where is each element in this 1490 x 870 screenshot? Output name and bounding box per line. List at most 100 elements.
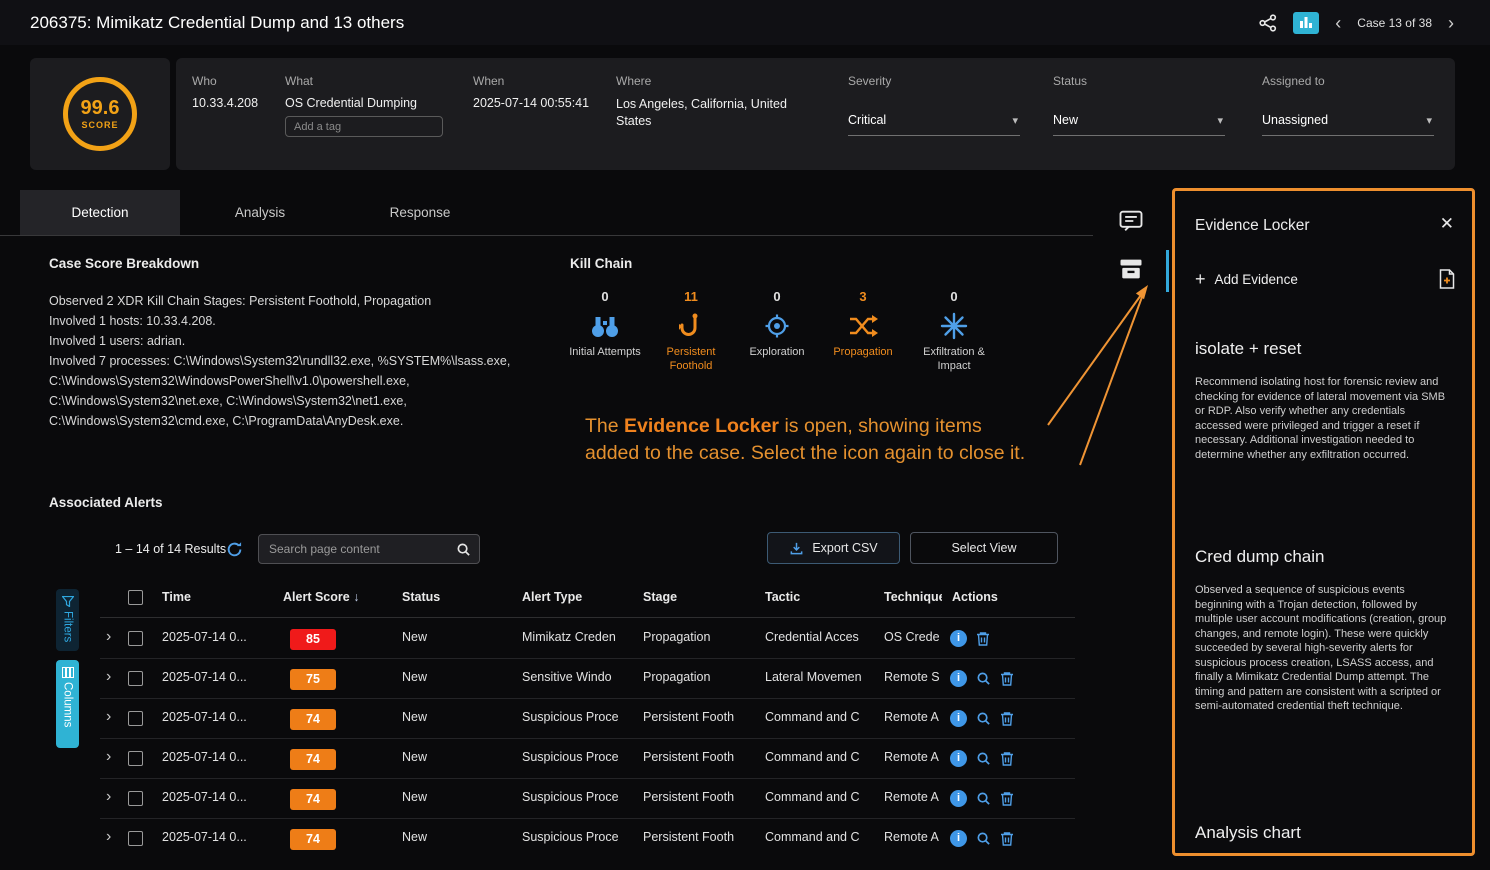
expand-chevron-icon[interactable]: › — [106, 708, 111, 726]
table-row[interactable]: › 2025-07-14 0... 74 New Suspicious Proc… — [100, 699, 1075, 739]
evidence-item-title[interactable]: Cred dump chain — [1195, 547, 1324, 567]
shuffle-arrows-icon — [820, 310, 906, 342]
info-icon[interactable]: i — [950, 710, 967, 727]
table-row[interactable]: › 2025-07-14 0... 74 New Suspicious Proc… — [100, 819, 1075, 859]
evidence-locker-icon[interactable] — [1117, 255, 1145, 283]
cell-tactic: Command and C — [765, 790, 877, 804]
chart-view-button[interactable] — [1293, 12, 1319, 34]
expand-chevron-icon[interactable]: › — [106, 788, 111, 806]
search-input[interactable] — [269, 535, 449, 563]
cell-tactic: Credential Acces — [765, 630, 877, 644]
alert-score-badge: 74 — [290, 749, 336, 770]
search-icon[interactable] — [976, 711, 991, 726]
tab-analysis[interactable]: Analysis — [180, 190, 340, 236]
expand-chevron-icon[interactable]: › — [106, 628, 111, 646]
target-icon — [734, 310, 820, 342]
col-time[interactable]: Time — [162, 590, 191, 604]
killchain-stage-persistent-foothold[interactable]: 11 Persistent Foothold — [648, 289, 734, 373]
row-checkbox[interactable] — [128, 631, 143, 646]
filters-button[interactable]: Filters — [56, 589, 79, 651]
col-stage[interactable]: Stage — [643, 590, 677, 604]
evidence-item-title[interactable]: isolate + reset — [1195, 339, 1301, 359]
search-icon[interactable] — [456, 542, 471, 557]
killchain-stage-propagation[interactable]: 3 Propagation — [820, 289, 906, 373]
cell-tactic: Lateral Movemen — [765, 670, 877, 684]
case-score-value: 99.6 — [68, 97, 132, 120]
breakdown-line: Involved 1 users: adrian. — [49, 331, 527, 351]
expand-chevron-icon[interactable]: › — [106, 668, 111, 686]
row-checkbox[interactable] — [128, 711, 143, 726]
cell-status: New — [402, 710, 502, 724]
killchain-stage-exploration[interactable]: 0 Exploration — [734, 289, 820, 373]
share-icon[interactable] — [1259, 14, 1277, 32]
col-actions: Actions — [952, 590, 998, 604]
row-checkbox[interactable] — [128, 791, 143, 806]
expand-chevron-icon[interactable]: › — [106, 828, 111, 846]
refresh-icon[interactable] — [226, 541, 243, 558]
col-tactic[interactable]: Tactic — [765, 590, 800, 604]
cell-alert-type: Suspicious Proce — [522, 750, 634, 764]
info-icon[interactable]: i — [950, 670, 967, 687]
cell-stage: Persistent Footh — [643, 830, 755, 844]
info-icon[interactable]: i — [950, 630, 967, 647]
evidence-locker-panel: Evidence Locker ✕ + Add Evidence isolate… — [1172, 188, 1475, 856]
comments-icon[interactable] — [1117, 207, 1145, 235]
search-icon[interactable] — [976, 751, 991, 766]
cell-technique: OS Crede — [884, 630, 942, 644]
col-technique[interactable]: Technique — [884, 590, 942, 604]
cell-status: New — [402, 630, 502, 644]
info-icon[interactable]: i — [950, 830, 967, 847]
export-csv-button[interactable]: Export CSV — [767, 532, 900, 564]
search-icon[interactable] — [976, 831, 991, 846]
who-label: Who — [192, 74, 217, 88]
col-alert-type[interactable]: Alert Type — [522, 590, 582, 604]
trash-icon[interactable] — [1000, 791, 1014, 807]
trash-icon[interactable] — [1000, 751, 1014, 767]
table-row[interactable]: › 2025-07-14 0... 75 New Sensitive Windo… — [100, 659, 1075, 699]
assigned-label: Assigned to — [1262, 74, 1325, 88]
columns-button[interactable]: Columns — [56, 660, 79, 748]
close-icon[interactable]: ✕ — [1440, 214, 1454, 234]
row-checkbox[interactable] — [128, 831, 143, 846]
search-icon[interactable] — [976, 791, 991, 806]
cell-time: 2025-07-14 0... — [162, 830, 276, 844]
breakdown-line: Involved 7 processes: C:\Windows\System3… — [49, 351, 527, 431]
row-checkbox[interactable] — [128, 671, 143, 686]
file-plus-icon[interactable] — [1438, 269, 1456, 289]
search-icon[interactable] — [976, 671, 991, 686]
killchain-stage-exfiltration-impact[interactable]: 0 Exfiltration & Impact — [906, 289, 1002, 373]
assigned-dropdown[interactable]: Unassigned ▾ — [1262, 108, 1434, 136]
trash-icon[interactable] — [976, 631, 990, 647]
trash-icon[interactable] — [1000, 711, 1014, 727]
expand-chevron-icon[interactable]: › — [106, 748, 111, 766]
tab-response[interactable]: Response — [340, 190, 500, 236]
table-row[interactable]: › 2025-07-14 0... 85 New Mimikatz Creden… — [100, 619, 1075, 659]
col-alert-score[interactable]: Alert Score ↓ — [283, 590, 359, 604]
select-all-checkbox[interactable] — [128, 590, 143, 605]
sort-desc-icon: ↓ — [353, 590, 359, 604]
case-score-card: 99.6 SCORE — [30, 58, 170, 170]
tab-detection[interactable]: Detection — [20, 190, 180, 236]
chevron-left-icon[interactable]: ‹ — [1335, 12, 1341, 34]
where-value: Los Angeles, California, United States — [616, 96, 798, 130]
col-status[interactable]: Status — [402, 590, 440, 604]
table-row[interactable]: › 2025-07-14 0... 74 New Suspicious Proc… — [100, 779, 1075, 819]
severity-dropdown[interactable]: Critical ▾ — [848, 108, 1020, 136]
info-icon[interactable]: i — [950, 790, 967, 807]
trash-icon[interactable] — [1000, 831, 1014, 847]
cell-technique: Remote A — [884, 750, 942, 764]
add-tag-input[interactable] — [285, 116, 443, 137]
trash-icon[interactable] — [1000, 671, 1014, 687]
row-checkbox[interactable] — [128, 751, 143, 766]
row-actions: i — [950, 630, 990, 647]
killchain-stage-initial-attempts[interactable]: 0 Initial Attempts — [562, 289, 648, 373]
cell-time: 2025-07-14 0... — [162, 710, 276, 724]
annotation-text: The Evidence Locker is open, showing ite… — [585, 413, 1025, 467]
select-view-button[interactable]: Select View — [910, 532, 1058, 564]
info-icon[interactable]: i — [950, 750, 967, 767]
status-dropdown[interactable]: New ▾ — [1053, 108, 1225, 136]
add-evidence-button[interactable]: + Add Evidence — [1195, 269, 1298, 290]
chevron-right-icon[interactable]: › — [1448, 12, 1454, 34]
table-row[interactable]: › 2025-07-14 0... 74 New Suspicious Proc… — [100, 739, 1075, 779]
evidence-item-title[interactable]: Analysis chart — [1195, 823, 1301, 843]
